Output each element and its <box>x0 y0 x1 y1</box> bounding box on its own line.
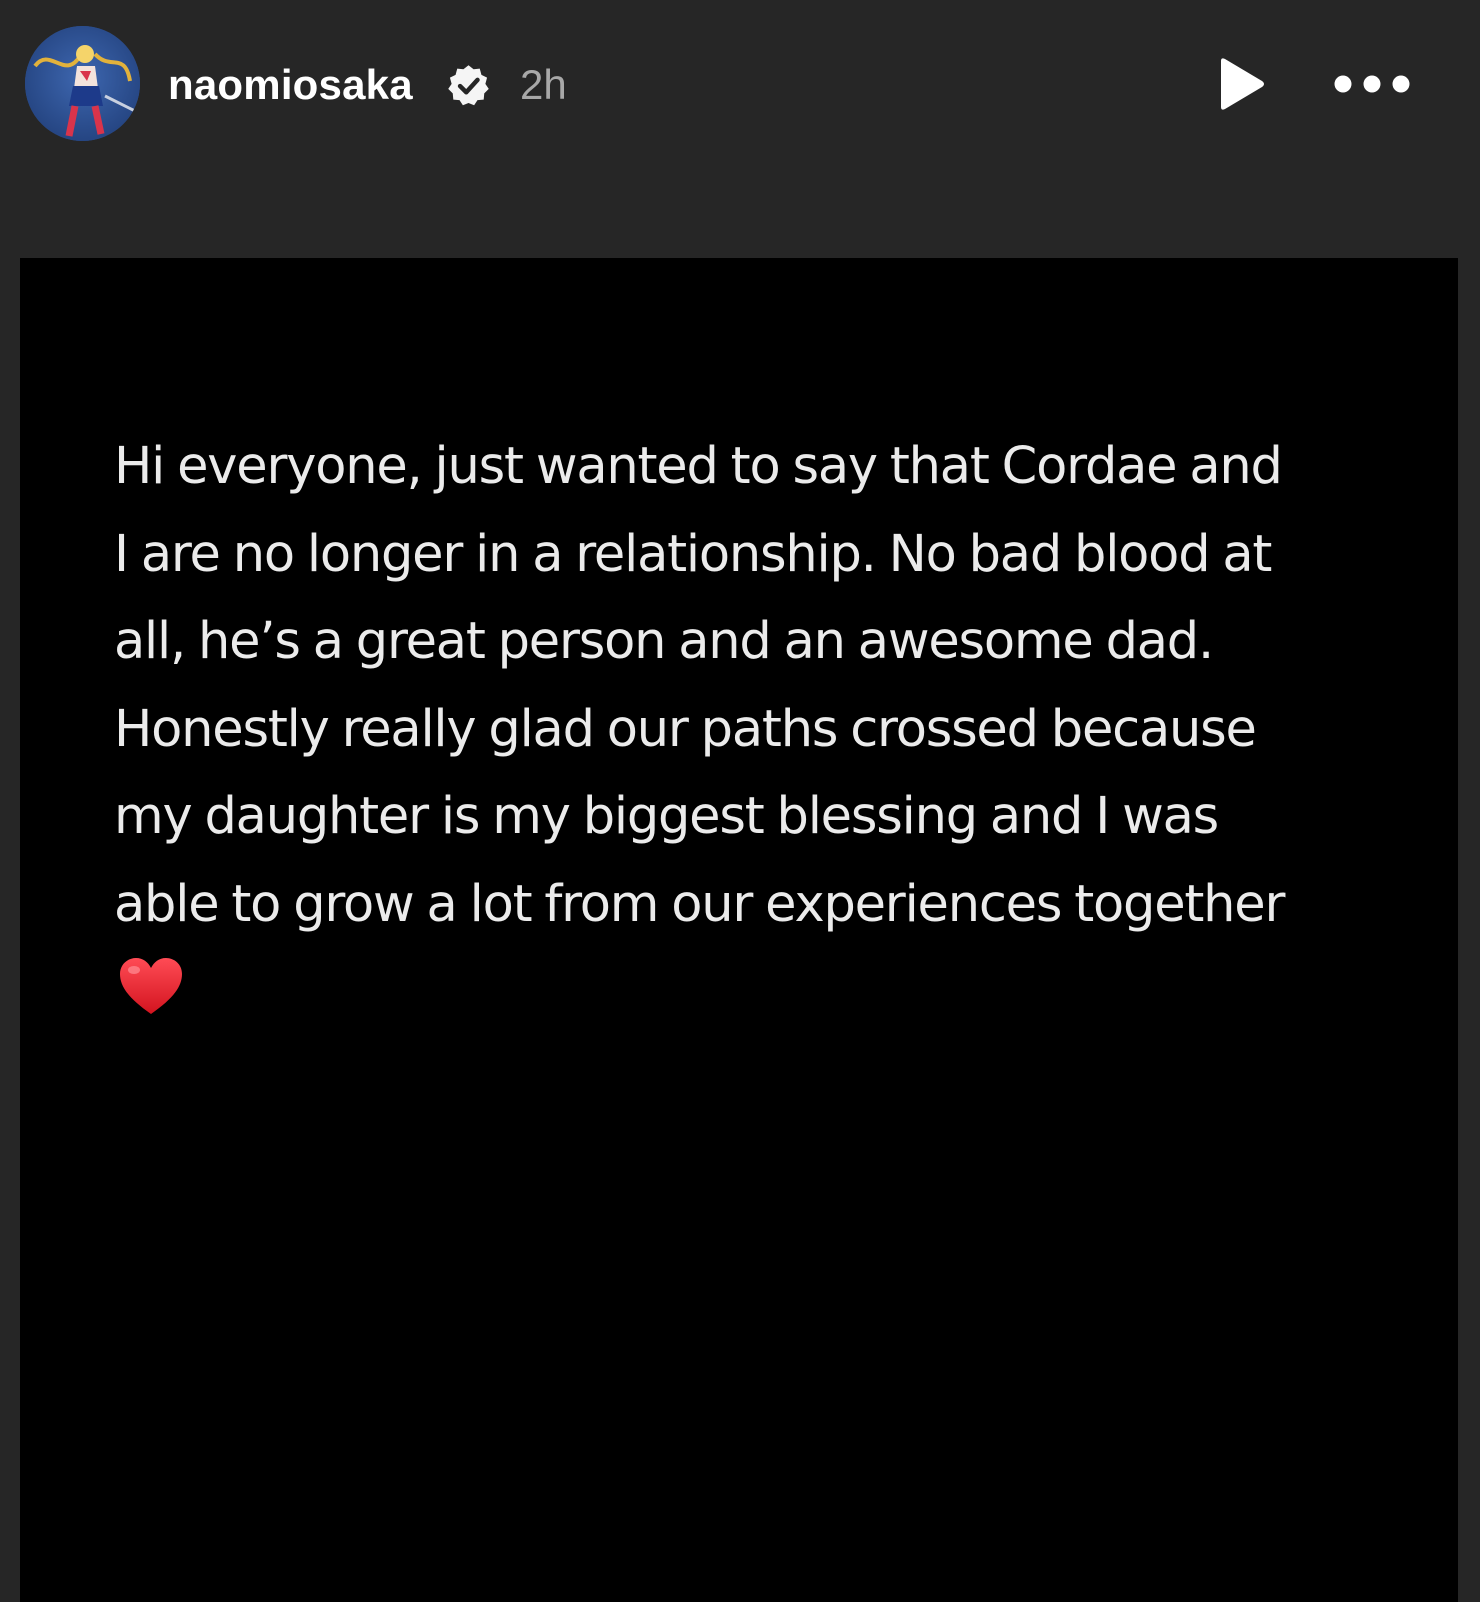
story-text-line: my daughter is my biggest blessing and I… <box>114 787 1219 846</box>
post-time: 2h <box>520 61 567 108</box>
red-heart-icon <box>120 958 182 1014</box>
story-text-line: I are no longer in a relationship. No ba… <box>114 524 1272 584</box>
story-content[interactable]: Hi everyone, just wanted to say that Cor… <box>20 258 1458 1602</box>
story-text: Hi everyone, just wanted to say that Cor… <box>114 423 1374 948</box>
story-header: naomiosaka 2h <box>0 0 1480 170</box>
story-text-line: Hi everyone, just wanted to say that Cor… <box>114 437 1283 496</box>
more-horizontal-icon[interactable] <box>1332 66 1414 102</box>
story-text-line: able to grow a lot from our experiences … <box>114 874 1285 934</box>
avatar[interactable] <box>25 26 140 141</box>
username[interactable]: naomiosaka <box>168 60 413 110</box>
story-text-line: all, he’s a great person and an awesome … <box>114 612 1214 671</box>
verified-badge-icon <box>448 65 489 106</box>
avatar-image <box>25 26 140 141</box>
story-text-line: Honestly really glad our paths crossed b… <box>114 699 1257 759</box>
play-icon[interactable] <box>1215 55 1267 113</box>
